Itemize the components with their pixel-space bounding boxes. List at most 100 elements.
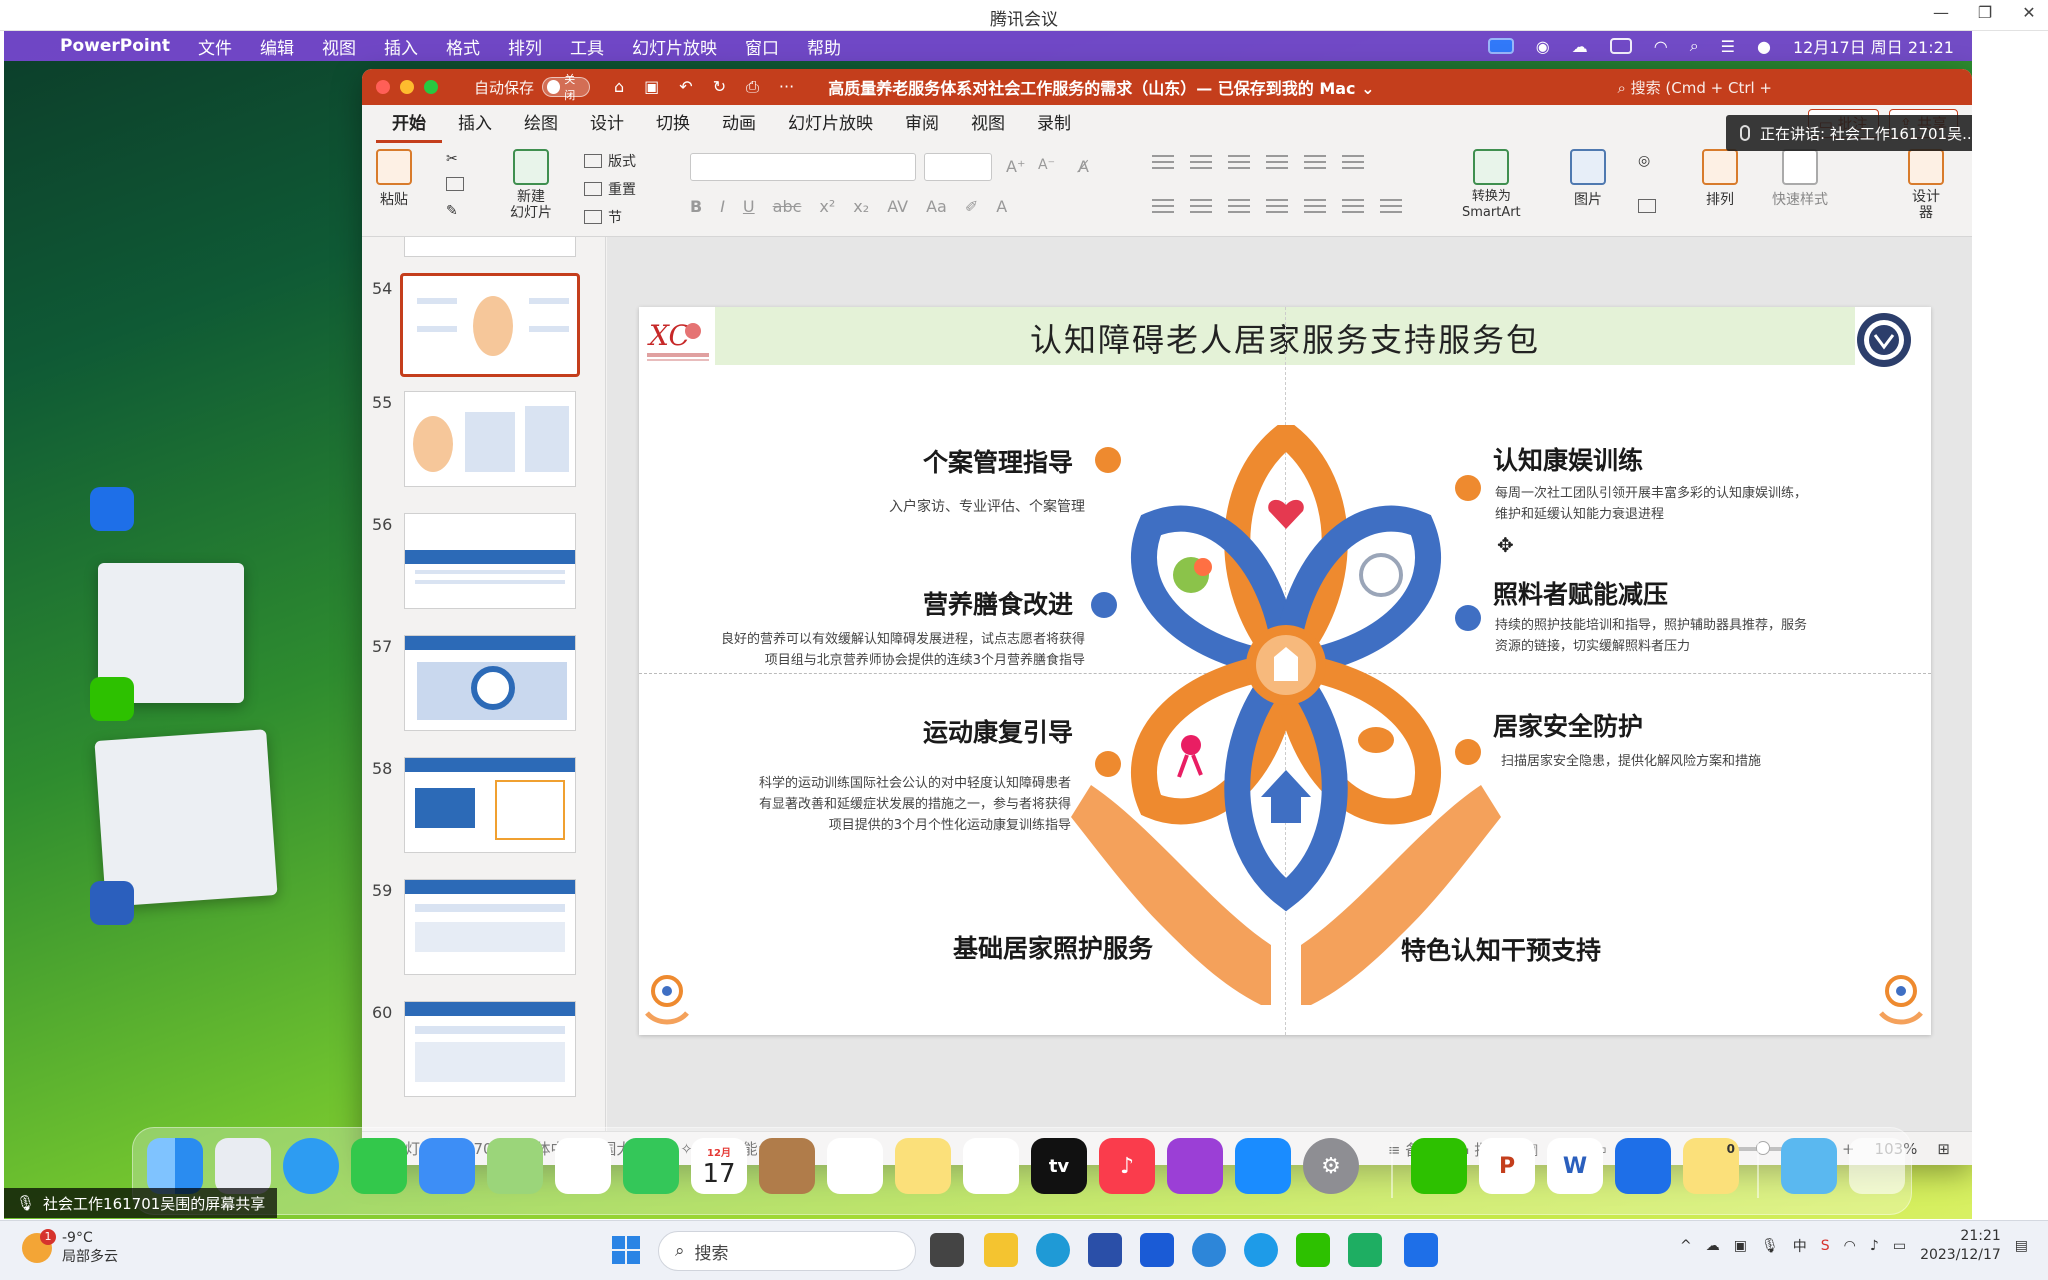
- menu-insert[interactable]: 插入: [370, 34, 432, 59]
- tencent-meeting-desktop-icon[interactable]: [90, 487, 134, 531]
- window-close-button[interactable]: [376, 80, 390, 94]
- thumbnail-image[interactable]: [404, 237, 576, 257]
- weather-widget[interactable]: 1 -9°C 局部多云: [22, 1229, 118, 1267]
- menu-slideshow[interactable]: 幻灯片放映: [618, 34, 731, 59]
- ime-indicator[interactable]: 中: [1793, 1236, 1807, 1256]
- document-title[interactable]: 高质量养老服务体系对社会工作服务的需求（山东）— 已保存到我的 Mac ⌄: [828, 75, 1374, 99]
- notification-icon[interactable]: ▤: [2015, 1238, 2028, 1254]
- appstore-icon[interactable]: [1235, 1138, 1291, 1194]
- thumbnail-54[interactable]: 54: [362, 273, 605, 377]
- chat-app-icon[interactable]: [1244, 1233, 1278, 1267]
- photos-icon[interactable]: [555, 1138, 611, 1194]
- wifi-icon[interactable]: ◠: [1654, 37, 1668, 56]
- redo-icon[interactable]: ↻: [713, 77, 726, 97]
- font-shrink-button[interactable]: A⁻: [1038, 157, 1055, 173]
- word-icon[interactable]: W: [1547, 1138, 1603, 1194]
- item-case-management-title[interactable]: 个案管理指导: [923, 443, 1073, 479]
- downloads-icon[interactable]: [1781, 1138, 1837, 1194]
- font-size-select[interactable]: [924, 153, 992, 181]
- word-desktop-icon[interactable]: [90, 881, 134, 925]
- menu-edit[interactable]: 编辑: [246, 34, 308, 59]
- item-cognitive-desc[interactable]: 每周一次社工团队引领开展丰富多彩的认知康娱训练， 维护和延缓认知能力衰退进程: [1495, 483, 1895, 525]
- tray-chevron-icon[interactable]: ^: [1680, 1238, 1692, 1254]
- current-slide[interactable]: 认知障碍老人居家服务支持服务包 XC 个案管理指导 入户家访、专业评估、个案管理…: [639, 307, 1931, 1035]
- menu-help[interactable]: 帮助: [793, 34, 855, 59]
- menu-tools[interactable]: 工具: [556, 34, 618, 59]
- align-right-icon[interactable]: [1228, 199, 1250, 213]
- thumbnail-image[interactable]: [404, 879, 576, 975]
- font-color-button[interactable]: A: [996, 197, 1007, 216]
- tab-slideshow[interactable]: 幻灯片放映: [772, 105, 889, 143]
- fit-to-window-icon[interactable]: ⊞: [1937, 1140, 1950, 1158]
- thumbnail-image[interactable]: [404, 757, 576, 853]
- tab-animations[interactable]: 动画: [706, 105, 772, 143]
- task-view-icon[interactable]: [930, 1233, 964, 1267]
- powerpoint-icon[interactable]: P: [1479, 1138, 1535, 1194]
- messages-icon[interactable]: [351, 1138, 407, 1194]
- thumbnail-58[interactable]: 58: [362, 757, 605, 857]
- item-caregiver-desc[interactable]: 持续的照护技能培训和指导，照护辅助器具推荐，服务 资源的链接，切实缓解照料者压力: [1495, 615, 1895, 657]
- spotlight-icon[interactable]: ⌕: [1690, 36, 1699, 56]
- font-family-select[interactable]: [690, 153, 916, 181]
- item-safety-desc[interactable]: 扫描居家安全隐患，提供化解风险方案和措施: [1501, 751, 1901, 772]
- tab-view[interactable]: 视图: [955, 105, 1021, 143]
- siri-icon[interactable]: ●: [1757, 37, 1771, 56]
- trash-icon[interactable]: [1849, 1138, 1905, 1194]
- facetime-icon[interactable]: [623, 1138, 679, 1194]
- thumbnail-57[interactable]: 57: [362, 635, 605, 735]
- section-button[interactable]: 节: [584, 207, 622, 227]
- designer-button[interactable]: 设计 器: [1908, 149, 1944, 221]
- label-basic-home-care[interactable]: 基础居家照护服务: [953, 929, 1153, 965]
- more-icon[interactable]: ···: [779, 77, 794, 97]
- tray-app-icon[interactable]: ▣: [1734, 1238, 1747, 1254]
- quick-styles-button[interactable]: 快速样式: [1772, 149, 1828, 209]
- cloud-icon[interactable]: ☁: [1572, 37, 1588, 56]
- tab-design[interactable]: 设计: [574, 105, 640, 143]
- picture-button[interactable]: 图片: [1570, 149, 1606, 209]
- wechat-status-icon[interactable]: ◉: [1536, 37, 1550, 56]
- slide-thumbnails-panel[interactable]: 54 55 56 57 58 59 60: [362, 237, 606, 1131]
- tab-review[interactable]: 审阅: [889, 105, 955, 143]
- taskbar-wechat-icon[interactable]: [1296, 1233, 1330, 1267]
- tray-cloud-icon[interactable]: ☁: [1706, 1238, 1720, 1254]
- freeform-icon[interactable]: [963, 1138, 1019, 1194]
- new-slide-button[interactable]: 新建 幻灯片: [510, 149, 552, 221]
- menubar-datetime[interactable]: 12月17日 周日 21:21: [1793, 34, 1954, 58]
- subscript-button[interactable]: x₂: [853, 197, 869, 216]
- ie-icon[interactable]: [1192, 1233, 1226, 1267]
- notes-icon[interactable]: [895, 1138, 951, 1194]
- strikethrough-button[interactable]: abc: [773, 197, 802, 216]
- screen-share-icon[interactable]: [1487, 38, 1514, 54]
- format-painter-button[interactable]: ✎: [446, 203, 458, 219]
- taskbar-green-app-icon[interactable]: [1348, 1233, 1382, 1267]
- thumbnail-image[interactable]: [404, 1001, 576, 1097]
- taskbar-search-box[interactable]: ⌕ 搜索: [658, 1231, 916, 1271]
- increase-indent-icon[interactable]: [1266, 155, 1288, 169]
- podcasts-icon[interactable]: [1167, 1138, 1223, 1194]
- paste-button[interactable]: 粘贴: [376, 149, 412, 209]
- minimize-button[interactable]: —: [1930, 3, 1952, 22]
- item-caregiver-title[interactable]: 照料者赋能减压: [1493, 575, 1668, 611]
- item-safety-title[interactable]: 居家安全防护: [1493, 707, 1643, 743]
- align-text-icon[interactable]: [1380, 199, 1402, 213]
- thumbnail-image[interactable]: [404, 635, 576, 731]
- thumbnail-60[interactable]: 60: [362, 1001, 605, 1101]
- numbering-icon[interactable]: [1190, 155, 1212, 169]
- clear-format-button[interactable]: A̸: [1078, 157, 1089, 176]
- contacts-icon[interactable]: [759, 1138, 815, 1194]
- item-cognitive-title[interactable]: 认知康娱训练: [1493, 441, 1643, 477]
- reset-button[interactable]: 重置: [584, 179, 636, 199]
- item-nutrition-desc[interactable]: 良好的营养可以有效缓解认知障碍发展进程，试点志愿者将获得 项目组与北京营养师协会…: [659, 629, 1085, 671]
- item-exercise-desc[interactable]: 科学的运动训练国际社会公认的对中轻度认知障碍患者 有显著改善和延缓症状发展的措施…: [697, 773, 1071, 836]
- appletv-icon[interactable]: tv: [1031, 1138, 1087, 1194]
- thumbnail-partial[interactable]: [362, 237, 605, 261]
- item-case-management-desc[interactable]: 入户家访、专业评估、个案管理: [779, 497, 1085, 518]
- store-icon[interactable]: [1088, 1233, 1122, 1267]
- thumbnail-image-selected[interactable]: [400, 273, 580, 377]
- window-minimize-button[interactable]: [400, 80, 414, 94]
- slide-canvas[interactable]: 认知障碍老人居家服务支持服务包 XC 个案管理指导 入户家访、专业评估、个案管理…: [607, 237, 1972, 1131]
- window-zoom-button[interactable]: [424, 80, 438, 94]
- thumbnail-image[interactable]: [404, 391, 576, 487]
- screen-share-badge[interactable]: 🎙 社会工作161701吴围的屏幕共享: [4, 1188, 278, 1218]
- control-center-icon[interactable]: ☰: [1721, 37, 1735, 56]
